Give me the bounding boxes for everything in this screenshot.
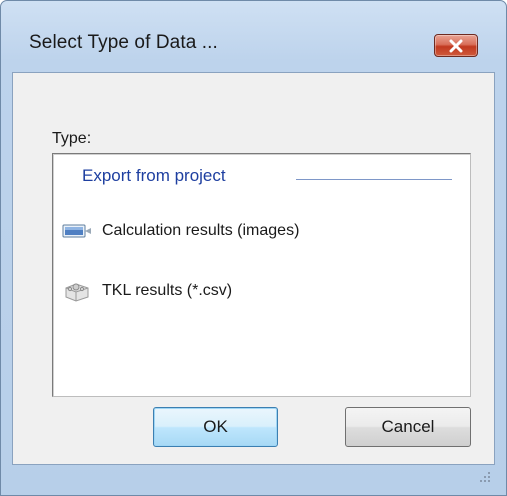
dialog-title: Select Type of Data ... (29, 32, 218, 53)
close-x-icon (449, 39, 463, 52)
group-divider (296, 179, 452, 180)
image-results-icon (62, 220, 96, 242)
gear-box-icon (62, 280, 96, 302)
close-button[interactable] (434, 34, 478, 57)
group-header: Export from project (82, 166, 226, 185)
list-item-label: TKL results (*.csv) (102, 282, 233, 299)
resize-grip-icon[interactable] (478, 470, 492, 484)
list-item-label: Calculation results (images) (102, 222, 300, 239)
list-item-calculation-results[interactable]: Calculation results (images) (62, 218, 299, 244)
list-item-tkl-results[interactable]: TKL results (*.csv) (62, 278, 232, 304)
ok-button[interactable]: OK (153, 407, 278, 447)
type-listbox[interactable] (52, 153, 471, 397)
cancel-button[interactable]: Cancel (345, 407, 471, 447)
type-label: Type: (52, 130, 92, 147)
